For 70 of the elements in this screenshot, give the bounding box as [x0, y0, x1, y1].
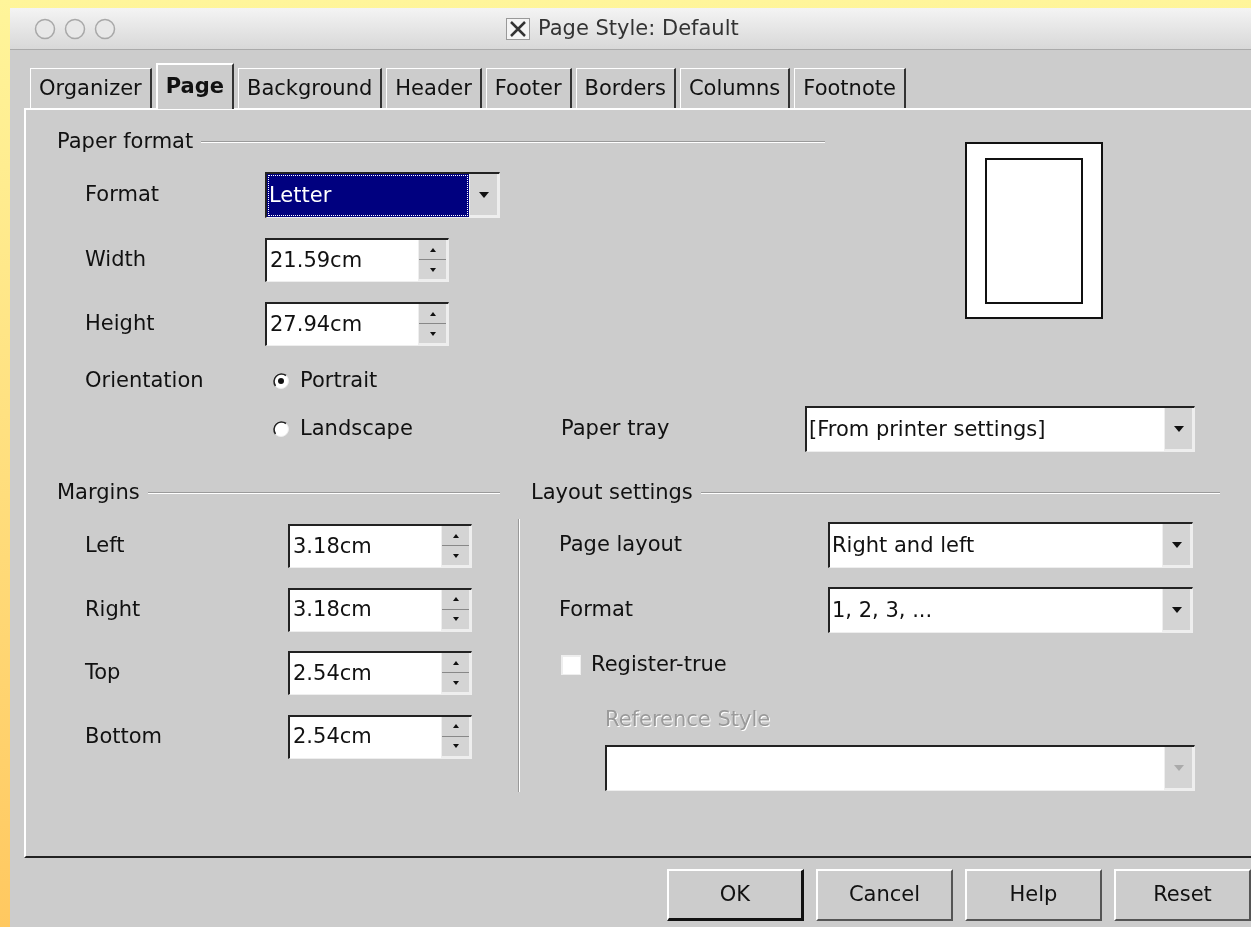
window-control-icon	[64, 17, 86, 40]
field-label: Page layout	[559, 531, 684, 559]
radio-label: Portrait	[300, 367, 378, 395]
dropdown-arrow-button[interactable]	[1164, 408, 1194, 451]
down-arrow-icon	[451, 552, 460, 559]
number-field[interactable]: 2.54cm	[288, 714, 472, 759]
field-label: Left	[85, 532, 126, 560]
window-control-icon	[34, 17, 56, 40]
section-heading: Margins	[57, 479, 140, 507]
spin-button[interactable]	[441, 589, 471, 631]
spin-button[interactable]	[441, 716, 471, 758]
dropdown-arrow-button[interactable]	[1162, 589, 1192, 632]
up-arrow-icon	[451, 723, 460, 729]
down-arrow-icon	[451, 679, 460, 686]
number-field[interactable]: 21.59cm	[265, 238, 449, 282]
dropdown[interactable]: [From printer settings]	[805, 406, 1195, 452]
down-arrow-icon	[428, 330, 437, 337]
dialog-button[interactable]: Help	[965, 869, 1102, 921]
number-field[interactable]: 3.18cm	[288, 587, 472, 632]
up-arrow-icon	[451, 596, 460, 602]
tab[interactable]: Columns	[679, 68, 791, 108]
field-label: Top	[85, 659, 122, 687]
tab[interactable]: Borders	[575, 68, 676, 108]
down-arrow-icon	[1172, 763, 1185, 772]
field-label: Height	[85, 310, 156, 338]
dropdown[interactable]: 1, 2, 3, ...	[828, 587, 1193, 633]
dialog-button[interactable]: OK	[667, 869, 804, 921]
field-label: Width	[85, 246, 147, 274]
dropdown-arrow-button[interactable]	[469, 174, 499, 217]
up-arrow-icon	[428, 246, 437, 253]
window-title: Page Style: Default	[538, 15, 739, 43]
up-arrow-icon	[428, 310, 437, 317]
field-label: Right	[85, 595, 142, 623]
field-label: Format	[85, 181, 160, 209]
tab[interactable]: Footnote	[794, 68, 906, 108]
dropdown-arrow-button[interactable]	[1162, 524, 1192, 567]
number-field[interactable]: 3.18cm	[288, 524, 472, 568]
window-control-icon	[94, 17, 116, 40]
down-arrow-icon	[477, 190, 490, 199]
tab[interactable]: Background	[238, 68, 383, 108]
down-arrow-icon	[1172, 424, 1185, 433]
radio-button[interactable]	[272, 420, 290, 438]
radio-button[interactable]	[272, 372, 290, 390]
field-label: Bottom	[85, 722, 164, 750]
down-arrow-icon	[1170, 540, 1183, 549]
dialog-button[interactable]: Cancel	[816, 869, 953, 921]
section-heading: Layout settings	[531, 479, 693, 507]
tab[interactable]: Header	[386, 68, 482, 108]
down-arrow-icon	[451, 743, 460, 749]
radio-label: Landscape	[300, 415, 413, 443]
number-field[interactable]: 27.94cm	[265, 302, 449, 346]
field-label: Orientation	[85, 367, 205, 395]
dialog-button[interactable]: Reset	[1114, 869, 1251, 921]
down-arrow-icon	[451, 616, 460, 622]
dropdown[interactable]: Letter	[265, 172, 500, 218]
checkbox[interactable]	[561, 655, 581, 675]
tab[interactable]: Organizer	[30, 68, 152, 108]
up-arrow-icon	[451, 659, 460, 666]
tab[interactable]: Footer	[485, 68, 572, 108]
tab[interactable]: Page	[155, 63, 234, 109]
x-logo-icon	[506, 18, 530, 40]
section-heading: Paper format	[57, 128, 194, 156]
field-label: Format	[559, 596, 634, 624]
up-arrow-icon	[451, 532, 460, 539]
down-arrow-icon	[1170, 605, 1183, 614]
dropdown[interactable]: Right and left	[828, 522, 1193, 568]
checkbox-label: Register-true	[591, 651, 727, 679]
number-field[interactable]: 2.54cm	[288, 651, 472, 695]
down-arrow-icon	[428, 266, 437, 273]
field-label: Paper tray	[561, 415, 671, 443]
